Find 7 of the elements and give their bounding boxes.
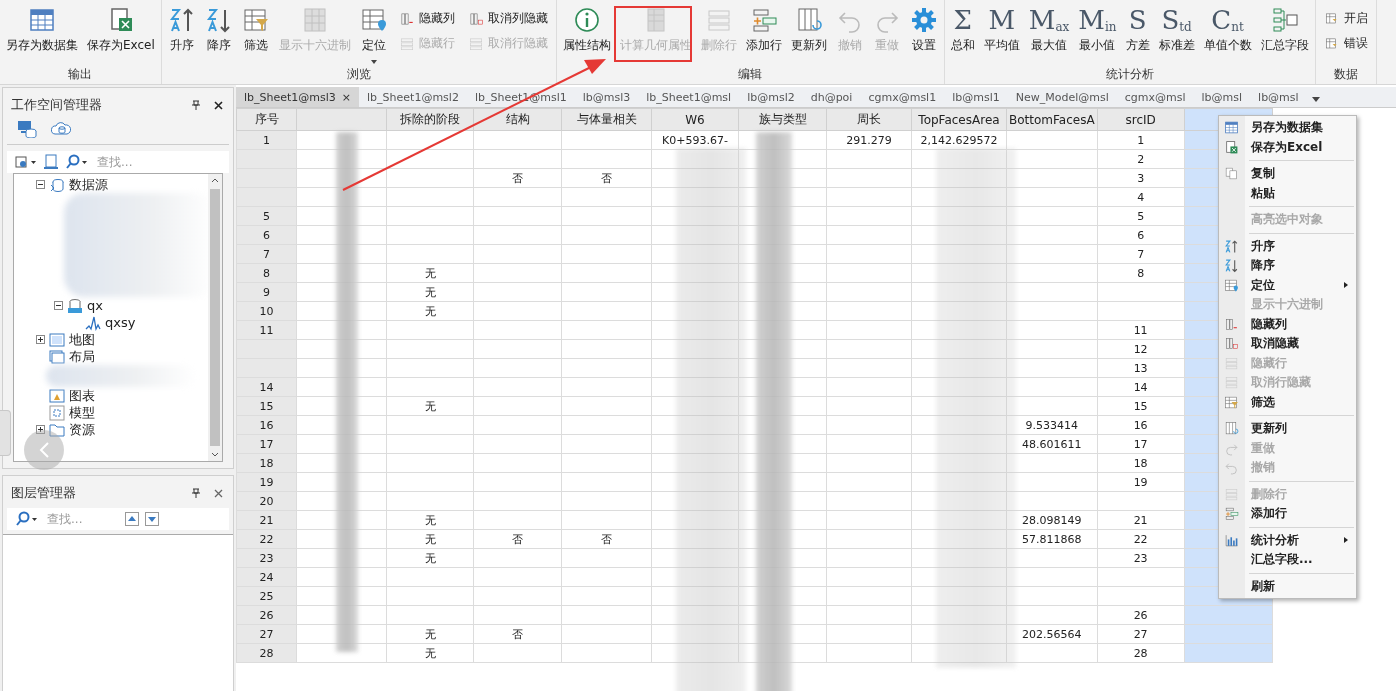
group-label: 浏览: [345, 66, 372, 83]
panel-title: 工作空间管理器: [11, 96, 103, 114]
group-label: 输出: [67, 66, 94, 83]
panel-title: 图层管理器: [11, 484, 77, 502]
group-label: 统计分析: [1104, 66, 1155, 83]
group-label: 数据: [1332, 66, 1359, 83]
group-label: 编辑: [737, 66, 764, 83]
